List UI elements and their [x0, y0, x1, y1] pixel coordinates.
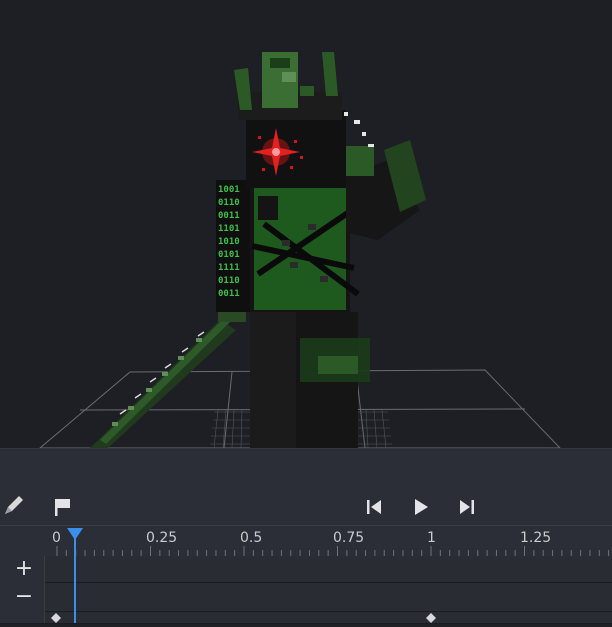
svg-text:0011: 0011 [218, 211, 240, 221]
keyframes[interactable] [0, 613, 612, 623]
sword [90, 300, 246, 448]
svg-text:0011: 0011 [218, 289, 240, 299]
play-icon[interactable] [407, 493, 435, 521]
tick-label: 1.25 [520, 530, 552, 546]
tick-label: 0.25 [146, 530, 178, 546]
svg-text:1010: 1010 [218, 237, 240, 247]
flag-icon[interactable] [48, 493, 76, 521]
left-arm: 1001 0110 0011 1101 1010 0101 1111 0110 0011 [216, 180, 252, 312]
tick-label: 0 [52, 530, 61, 546]
tick-label: 1 [427, 530, 436, 546]
3d-viewport[interactable]: 1001 0110 0011 1101 1010 0101 1111 0110 0011 [0, 0, 612, 448]
svg-text:0110: 0110 [218, 198, 240, 208]
add-track-button[interactable]: + [12, 558, 36, 580]
svg-text:0110: 0110 [218, 276, 240, 286]
small-grid-left [210, 409, 250, 448]
svg-text:1001: 1001 [218, 185, 240, 195]
remove-track-button[interactable]: − [12, 586, 36, 608]
timeline[interactable]: 0 0.25 0.5 0.75 1 1.25 + − [0, 525, 612, 624]
svg-text:1101: 1101 [218, 224, 240, 234]
animation-toolbar [0, 448, 612, 526]
tick-label: 0.75 [333, 530, 365, 546]
time-ruler[interactable]: 0 0.25 0.5 0.75 1 1.25 [0, 525, 612, 557]
right-arm [344, 140, 426, 240]
track-row[interactable] [0, 556, 612, 583]
model-scene: 1001 0110 0011 1101 1010 0101 1111 0110 0011 [39, 52, 561, 448]
keyframe [51, 613, 61, 623]
keyframe [426, 613, 436, 623]
skip-to-end-icon[interactable] [453, 493, 481, 521]
tick-label: 0.5 [240, 530, 263, 546]
skip-to-start-icon[interactable] [360, 493, 388, 521]
svg-text:1111: 1111 [218, 263, 240, 273]
track-row[interactable] [0, 583, 612, 612]
torso [250, 180, 360, 312]
pencil-icon[interactable] [0, 491, 28, 519]
svg-text:0101: 0101 [218, 250, 240, 260]
legs [250, 312, 370, 448]
playhead[interactable] [66, 525, 84, 623]
